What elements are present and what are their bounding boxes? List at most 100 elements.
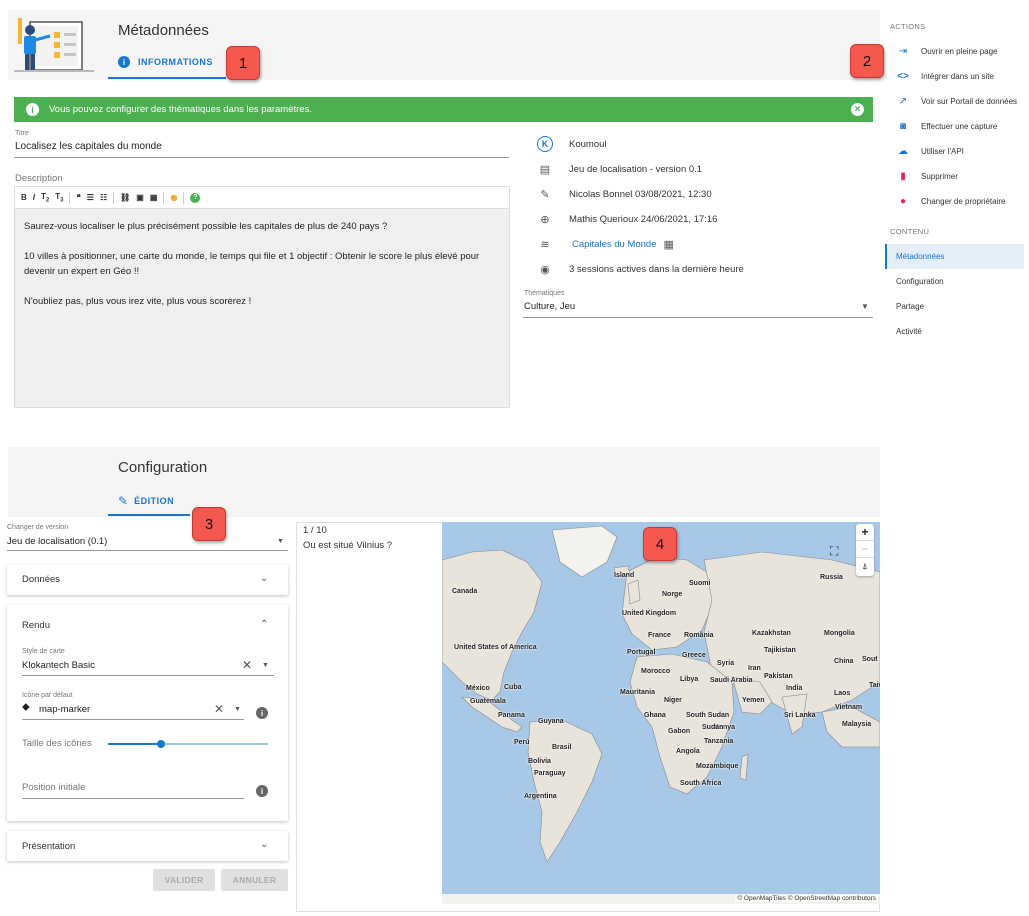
link-icon[interactable]: ⛓ bbox=[120, 193, 130, 202]
tab-underline bbox=[108, 77, 226, 79]
topics-select[interactable]: Culture, Jeu bbox=[524, 301, 575, 312]
map-country-label: Tajikistan bbox=[764, 647, 796, 654]
koumoul-logo-icon: K bbox=[537, 136, 553, 152]
map-marker-icon: ⬥ bbox=[22, 701, 30, 713]
tab-informations[interactable]: i INFORMATIONS bbox=[118, 56, 213, 68]
info-icon: i bbox=[118, 56, 130, 68]
version-select[interactable]: Jeu de localisation (0.1) bbox=[7, 536, 107, 547]
map-country-label: Pakistan bbox=[764, 673, 793, 680]
bullet-list-icon[interactable]: ☰ bbox=[87, 193, 94, 202]
preview-icon[interactable]: ◉ bbox=[170, 193, 177, 202]
map-country-label: Guatemala bbox=[470, 698, 506, 705]
dataset-row: ≋ Capitales du Monde ▦ bbox=[537, 236, 674, 252]
open-in-new-icon: ⇥ bbox=[898, 45, 908, 57]
caret-down-icon[interactable]: ▼ bbox=[262, 662, 269, 669]
icon-label: Icône par défaut bbox=[22, 692, 73, 699]
description-editor[interactable]: B I T2 T3 ❝ ☰ ☷ ⛓ ▣ ▦ ◉ ? Saurez-vous lo… bbox=[14, 186, 510, 408]
cloud-icon: ☁ bbox=[898, 145, 908, 157]
zoom-in-button[interactable]: + bbox=[856, 524, 874, 541]
map-country-label: Norge bbox=[662, 591, 683, 598]
created-row: ⊕ Mathis Querioux 24/06/2021, 17:16 bbox=[537, 211, 717, 227]
info-icon[interactable]: i bbox=[256, 785, 268, 797]
info-icon[interactable]: i bbox=[256, 707, 268, 719]
close-icon[interactable]: × bbox=[851, 103, 864, 116]
map-controls: + − ⍋ bbox=[856, 524, 874, 576]
caret-down-icon[interactable]: ▼ bbox=[234, 706, 241, 713]
icon-select[interactable]: map-marker bbox=[39, 704, 90, 715]
external-link-icon: ↗ bbox=[898, 95, 908, 107]
chevron-up-icon[interactable]: ⌃ bbox=[260, 619, 268, 630]
nav-metadata[interactable]: Métadonnées bbox=[885, 244, 1024, 269]
map-country-label: Saudi Arabia bbox=[710, 677, 753, 684]
caret-down-icon[interactable]: ▼ bbox=[861, 302, 869, 311]
italic-icon[interactable]: I bbox=[33, 193, 35, 202]
action-embed[interactable]: <> Intégrer dans un site bbox=[885, 65, 1025, 87]
callout-badge-3: 3 bbox=[192, 507, 226, 541]
heading3-icon[interactable]: T3 bbox=[55, 192, 63, 204]
map-country-label: Morocco bbox=[641, 668, 671, 675]
panel-render-title[interactable]: Rendu bbox=[22, 620, 50, 631]
fullscreen-icon[interactable]: ⛶ bbox=[830, 544, 838, 559]
map-country-label: Gabon bbox=[668, 728, 691, 735]
clear-icon[interactable]: ✕ bbox=[214, 702, 224, 716]
action-capture[interactable]: ◙ Effectuer une capture bbox=[885, 115, 1025, 137]
map-country-label: China bbox=[834, 658, 854, 665]
world-map[interactable]: Island Suomi Russia Norge Canada United Kingd… bbox=[442, 522, 880, 904]
nav-sharing[interactable]: Partage bbox=[885, 294, 1024, 319]
map-country-label: Sri Lanka bbox=[784, 712, 816, 719]
help-icon[interactable]: ? bbox=[190, 192, 201, 203]
icon-underline bbox=[22, 719, 244, 720]
map-country-label: Greece bbox=[682, 652, 706, 659]
table-icon[interactable]: ▦ bbox=[664, 238, 674, 251]
action-label: Intégrer dans un site bbox=[921, 71, 994, 81]
clear-icon[interactable]: ✕ bbox=[242, 658, 252, 672]
action-label: Ouvrir en pleine page bbox=[921, 46, 998, 56]
question-counter: 1 / 10 bbox=[303, 525, 327, 536]
bold-icon[interactable]: B bbox=[21, 193, 27, 202]
action-view-portal[interactable]: ↗ Voir sur Portail de données bbox=[885, 90, 1025, 112]
map-country-label: Tanzania bbox=[704, 738, 734, 745]
slider-thumb[interactable] bbox=[156, 740, 165, 748]
map-country-label: South Africa bbox=[680, 780, 722, 787]
map-country-label: United States of America bbox=[454, 644, 537, 651]
editor-content[interactable]: Saurez-vous localiser le plus précisémen… bbox=[15, 209, 509, 334]
validate-button[interactable]: VALIDER bbox=[153, 869, 215, 891]
map-style-select[interactable]: Klokantech Basic bbox=[22, 660, 95, 671]
map-country-label: Bolivia bbox=[528, 758, 551, 765]
actions-heading: ACTIONS bbox=[890, 22, 926, 31]
numbered-list-icon[interactable]: ☷ bbox=[100, 193, 107, 202]
illustration-icon bbox=[14, 18, 94, 72]
updated-row: ✎ Nicolas Bonnel 03/08/2021, 12:30 bbox=[537, 186, 711, 202]
map-country-label: México bbox=[466, 685, 490, 692]
dataset-link[interactable]: Capitales du Monde bbox=[572, 239, 657, 250]
compass-icon[interactable]: ⍋ bbox=[856, 558, 874, 575]
action-delete[interactable]: ▮ Supprimer bbox=[885, 165, 1025, 187]
tab-edition[interactable]: ✎ ÉDITION bbox=[118, 494, 174, 508]
editor-toolbar: B I T2 T3 ❝ ☰ ☷ ⛓ ▣ ▦ ◉ ? bbox=[15, 187, 509, 209]
map-country-label: Paraguay bbox=[534, 770, 566, 777]
quote-icon[interactable]: ❝ bbox=[76, 193, 80, 202]
heading2-icon[interactable]: T2 bbox=[41, 192, 49, 204]
action-change-owner[interactable]: ● Changer de propriétaire bbox=[885, 190, 1025, 212]
image-icon[interactable]: ▣ bbox=[136, 193, 144, 202]
action-api[interactable]: ☁ Utiliser l'API bbox=[885, 140, 1025, 162]
caret-down-icon[interactable]: ▼ bbox=[277, 538, 284, 545]
cancel-button[interactable]: ANNULER bbox=[221, 869, 288, 891]
icon-size-slider[interactable] bbox=[108, 740, 268, 748]
action-open-full-page[interactable]: ⇥ Ouvrir en pleine page bbox=[885, 40, 1025, 62]
map-country-label: United Kingdom bbox=[622, 610, 677, 617]
panel-data[interactable]: Données ⌄ bbox=[7, 565, 288, 595]
table-icon[interactable]: ▦ bbox=[150, 193, 158, 202]
map-country-label: Libya bbox=[680, 676, 699, 683]
map-country-label: Panama bbox=[498, 712, 525, 719]
zoom-out-button[interactable]: − bbox=[856, 541, 874, 558]
map-attribution: © OpenMapTiles © OpenStreetMap contribut… bbox=[735, 895, 878, 902]
content-heading: CONTENU bbox=[890, 227, 930, 236]
title-field[interactable]: Localisez les capitales du monde bbox=[15, 141, 509, 152]
initial-position-field[interactable] bbox=[22, 798, 244, 799]
topics-underline bbox=[523, 317, 873, 318]
nav-configuration[interactable]: Configuration bbox=[885, 269, 1024, 294]
map-country-label: Guyana bbox=[538, 718, 564, 725]
panel-presentation[interactable]: Présentation ⌄ bbox=[7, 831, 288, 861]
nav-activity[interactable]: Activité bbox=[885, 319, 1024, 344]
